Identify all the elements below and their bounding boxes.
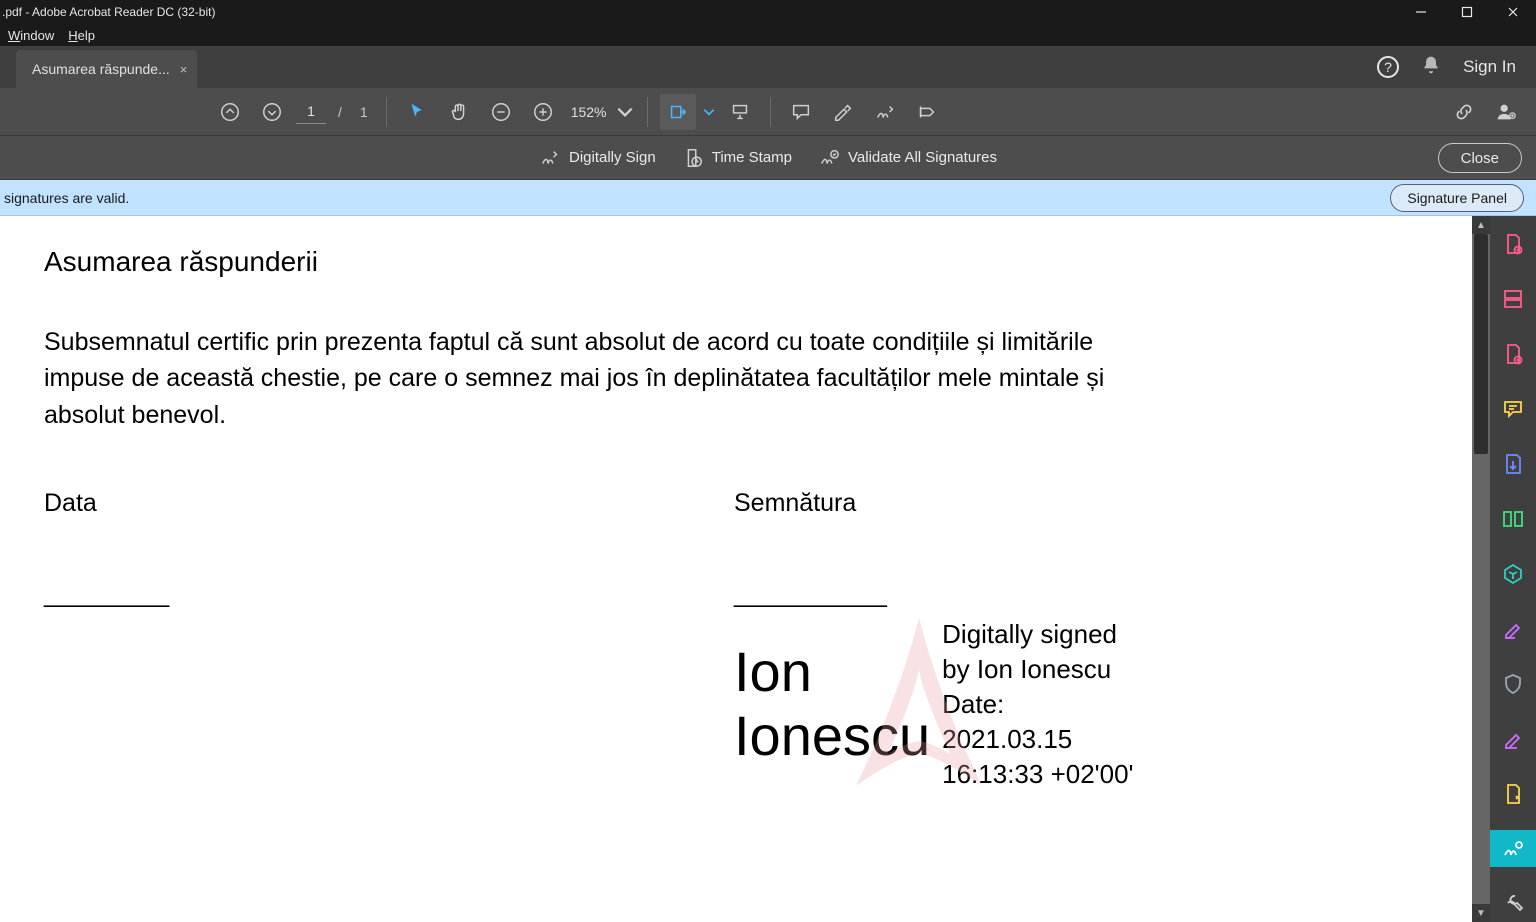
time-stamp-label: Time Stamp <box>712 149 792 166</box>
validate-signatures-button[interactable]: Validate All Signatures <box>818 147 997 169</box>
validate-signatures-label: Validate All Signatures <box>848 149 997 166</box>
notifications-icon[interactable] <box>1421 55 1441 80</box>
stamp-button[interactable] <box>909 94 945 130</box>
highlight-button[interactable] <box>825 94 861 130</box>
content-area: Asumarea răspunderii Subsemnatul certifi… <box>0 216 1536 922</box>
scroll-track[interactable] <box>1472 234 1490 904</box>
scroll-up-arrow[interactable]: ▲ <box>1472 216 1490 234</box>
tab-close-icon[interactable]: × <box>180 62 188 77</box>
fit-dropdown-button[interactable] <box>702 94 716 130</box>
acrobat-logo-icon <box>814 607 1024 817</box>
rail-edit-pdf-icon[interactable] <box>1490 336 1536 373</box>
signature-block: Ion Ionescu Digitally signed by Ion Ione… <box>734 617 1134 792</box>
share-link-button[interactable] <box>1446 94 1482 130</box>
rail-fill-sign-icon[interactable] <box>1490 610 1536 647</box>
document-tab-label: Asumarea răspunde... <box>32 61 170 77</box>
rail-organize-pages-icon[interactable] <box>1490 501 1536 538</box>
window-close-button[interactable] <box>1490 0 1536 24</box>
hand-tool-button[interactable] <box>441 94 477 130</box>
selection-tool-button[interactable] <box>399 94 435 130</box>
rail-more-tools-icon[interactable] <box>1490 885 1536 922</box>
main-toolbar: / 1 152% <box>0 88 1536 136</box>
scroll-down-arrow[interactable]: ▼ <box>1472 904 1490 922</box>
doc-data-label: Data <box>44 489 734 518</box>
tab-bar: Asumarea răspunde... × ? Sign In <box>0 46 1536 88</box>
menu-window[interactable]: Window <box>8 28 54 43</box>
page-number-input[interactable] <box>296 100 326 124</box>
rail-protect-pdf-icon[interactable] <box>1490 665 1536 702</box>
rail-request-signatures-icon[interactable] <box>1490 775 1536 812</box>
rail-compress-pdf-icon[interactable] <box>1490 556 1536 593</box>
digitally-sign-button[interactable]: Digitally Sign <box>539 147 656 169</box>
menubar: Window Help <box>0 24 1536 46</box>
fit-width-button[interactable] <box>660 94 696 130</box>
window-title: .pdf - Adobe Acrobat Reader DC (32-bit) <box>2 5 1398 19</box>
share-people-button[interactable] <box>1488 94 1524 130</box>
zoom-dropdown-button[interactable] <box>615 94 635 130</box>
certificates-toolbar: Digitally Sign Time Stamp Validate All S… <box>0 136 1536 180</box>
page-total: 1 <box>360 104 368 120</box>
menu-help[interactable]: Help <box>68 28 95 43</box>
vertical-scrollbar[interactable]: ▲ ▼ <box>1472 216 1490 922</box>
page-down-button[interactable] <box>254 94 290 130</box>
document-page: Asumarea răspunderii Subsemnatul certifi… <box>0 216 1472 922</box>
zoom-in-button[interactable] <box>525 94 561 130</box>
signature-panel-button[interactable]: Signature Panel <box>1390 184 1524 212</box>
zoom-out-button[interactable] <box>483 94 519 130</box>
sign-in-link[interactable]: Sign In <box>1463 57 1516 77</box>
signature-banner-message: signatures are valid. <box>4 190 129 206</box>
doc-title: Asumarea răspunderii <box>44 246 1402 278</box>
page-up-button[interactable] <box>212 94 248 130</box>
zoom-value: 152% <box>571 104 607 120</box>
signature-panel-label: Signature Panel <box>1407 190 1507 206</box>
rail-comment-icon[interactable] <box>1490 391 1536 428</box>
rail-create-pdf-icon[interactable] <box>1490 226 1536 263</box>
time-stamp-button[interactable]: Time Stamp <box>682 147 792 169</box>
doc-underline-left: _________ <box>44 580 734 609</box>
signature-banner: signatures are valid. Signature Panel <box>0 180 1536 216</box>
close-toolbar-button[interactable]: Close <box>1438 143 1522 173</box>
sign-button[interactable] <box>867 94 903 130</box>
doc-body: Subsemnatul certific prin prezenta faptu… <box>44 324 1124 433</box>
window-minimize-button[interactable] <box>1398 0 1444 24</box>
doc-signature-label: Semnătura <box>734 489 1134 518</box>
comment-button[interactable] <box>783 94 819 130</box>
document-tab[interactable]: Asumarea răspunde... × <box>16 50 197 88</box>
window-maximize-button[interactable] <box>1444 0 1490 24</box>
right-tool-rail <box>1490 216 1536 922</box>
doc-underline-right: ___________ <box>734 580 1134 609</box>
rail-export-pdf-icon[interactable] <box>1490 446 1536 483</box>
close-toolbar-label: Close <box>1461 150 1499 167</box>
page-sep: / <box>338 104 342 120</box>
rail-certificates-icon[interactable] <box>1490 830 1536 867</box>
rail-combine-files-icon[interactable] <box>1490 281 1536 318</box>
rail-redact-icon[interactable] <box>1490 720 1536 757</box>
titlebar: .pdf - Adobe Acrobat Reader DC (32-bit) <box>0 0 1536 24</box>
scroll-thumb[interactable] <box>1474 234 1488 454</box>
read-mode-button[interactable] <box>722 94 758 130</box>
digitally-sign-label: Digitally Sign <box>569 149 656 166</box>
help-icon[interactable]: ? <box>1377 56 1399 78</box>
